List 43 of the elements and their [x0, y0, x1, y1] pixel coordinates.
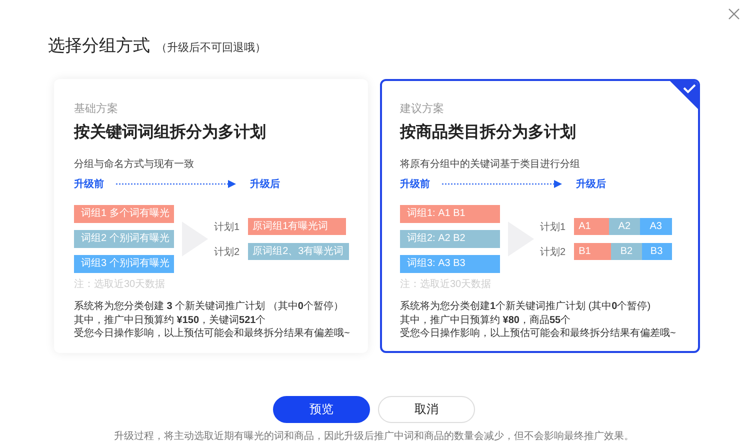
footer-note: 升级过程，将主动选取近期有曝光的词和商品，因此升级后推广中词和商品的数量会减少，但不会影响最终推广效果。 — [113, 430, 635, 443]
plan-segment: A1 — [574, 218, 609, 235]
close-icon[interactable] — [728, 8, 740, 20]
plan-segment: B2 — [611, 243, 642, 260]
dialog-title: 选择分组方式 — [48, 35, 150, 57]
before-label: 升级前 — [400, 178, 430, 191]
keyword-group: 词组3 个别词有曝光 — [74, 255, 174, 273]
option-label: 建议方案 — [400, 102, 445, 116]
plan-segment: A2 — [608, 218, 640, 235]
dialog-subtitle: （升级后不可回退哦） — [156, 41, 266, 55]
plan-label: 计划1 — [540, 220, 566, 234]
option-title: 按商品类目拆分为多计划 — [400, 122, 577, 143]
keyword-group: 词组1 多个词有曝光 — [74, 205, 174, 223]
plan-segment: A3 — [640, 218, 672, 235]
keyword-group: 词组1: A1 B1 — [400, 205, 500, 223]
option-description: 分组与命名方式与现有一致 — [74, 158, 195, 171]
plan-label: 计划2 — [540, 246, 566, 258]
summary-line: 系统将为您分类创建 3 个新关键词推广计划 （其中0个暂停） — [74, 301, 344, 314]
option-label: 基础方案 — [74, 102, 119, 116]
before-label: 升级前 — [74, 178, 104, 191]
plan-segment: B3 — [642, 243, 672, 260]
arrow-icon — [442, 180, 562, 188]
check-icon — [668, 81, 698, 111]
plan-segment: 原词组1有曝光词 — [248, 218, 346, 235]
summary-line: 其中，推广中日预算约 ¥80，商品55个 — [400, 314, 572, 327]
summary-line: 受您今日操作影响，以上预估可能会和最终拆分结果有偏差哦~ — [400, 328, 677, 340]
summary-line: 系统将为您分类创建1个新关键词推广计划 (其中0个暂停) — [400, 301, 652, 314]
summary-line: 其中，推广中日预算约 ¥150，关键词521个 — [74, 314, 267, 327]
keyword-group: 词组2: A2 B2 — [400, 230, 500, 248]
plan-segment: B1 — [574, 243, 612, 260]
after-label: 升级后 — [576, 178, 606, 191]
keyword-group: 词组2 个别词有曝光 — [74, 230, 174, 248]
plan-segment: 原词组2、3有曝光词 — [248, 243, 349, 260]
arrow-icon — [116, 180, 236, 188]
cancel-button[interactable]: 取消 — [378, 396, 475, 423]
option-description: 将原有分组中的关键词基于类目进行分组 — [400, 158, 581, 171]
keyword-group: 词组3: A3 B3 — [400, 255, 500, 273]
plan-label: 计划2 — [214, 246, 240, 258]
plan-label: 计划1 — [214, 220, 240, 234]
option-title: 按关键词词组拆分为多计划 — [74, 122, 267, 143]
after-label: 升级后 — [250, 178, 280, 191]
preview-button[interactable]: 预览 — [273, 396, 370, 423]
summary-line: 受您今日操作影响，以上预估可能会和最终拆分结果有偏差哦~ — [74, 328, 351, 340]
